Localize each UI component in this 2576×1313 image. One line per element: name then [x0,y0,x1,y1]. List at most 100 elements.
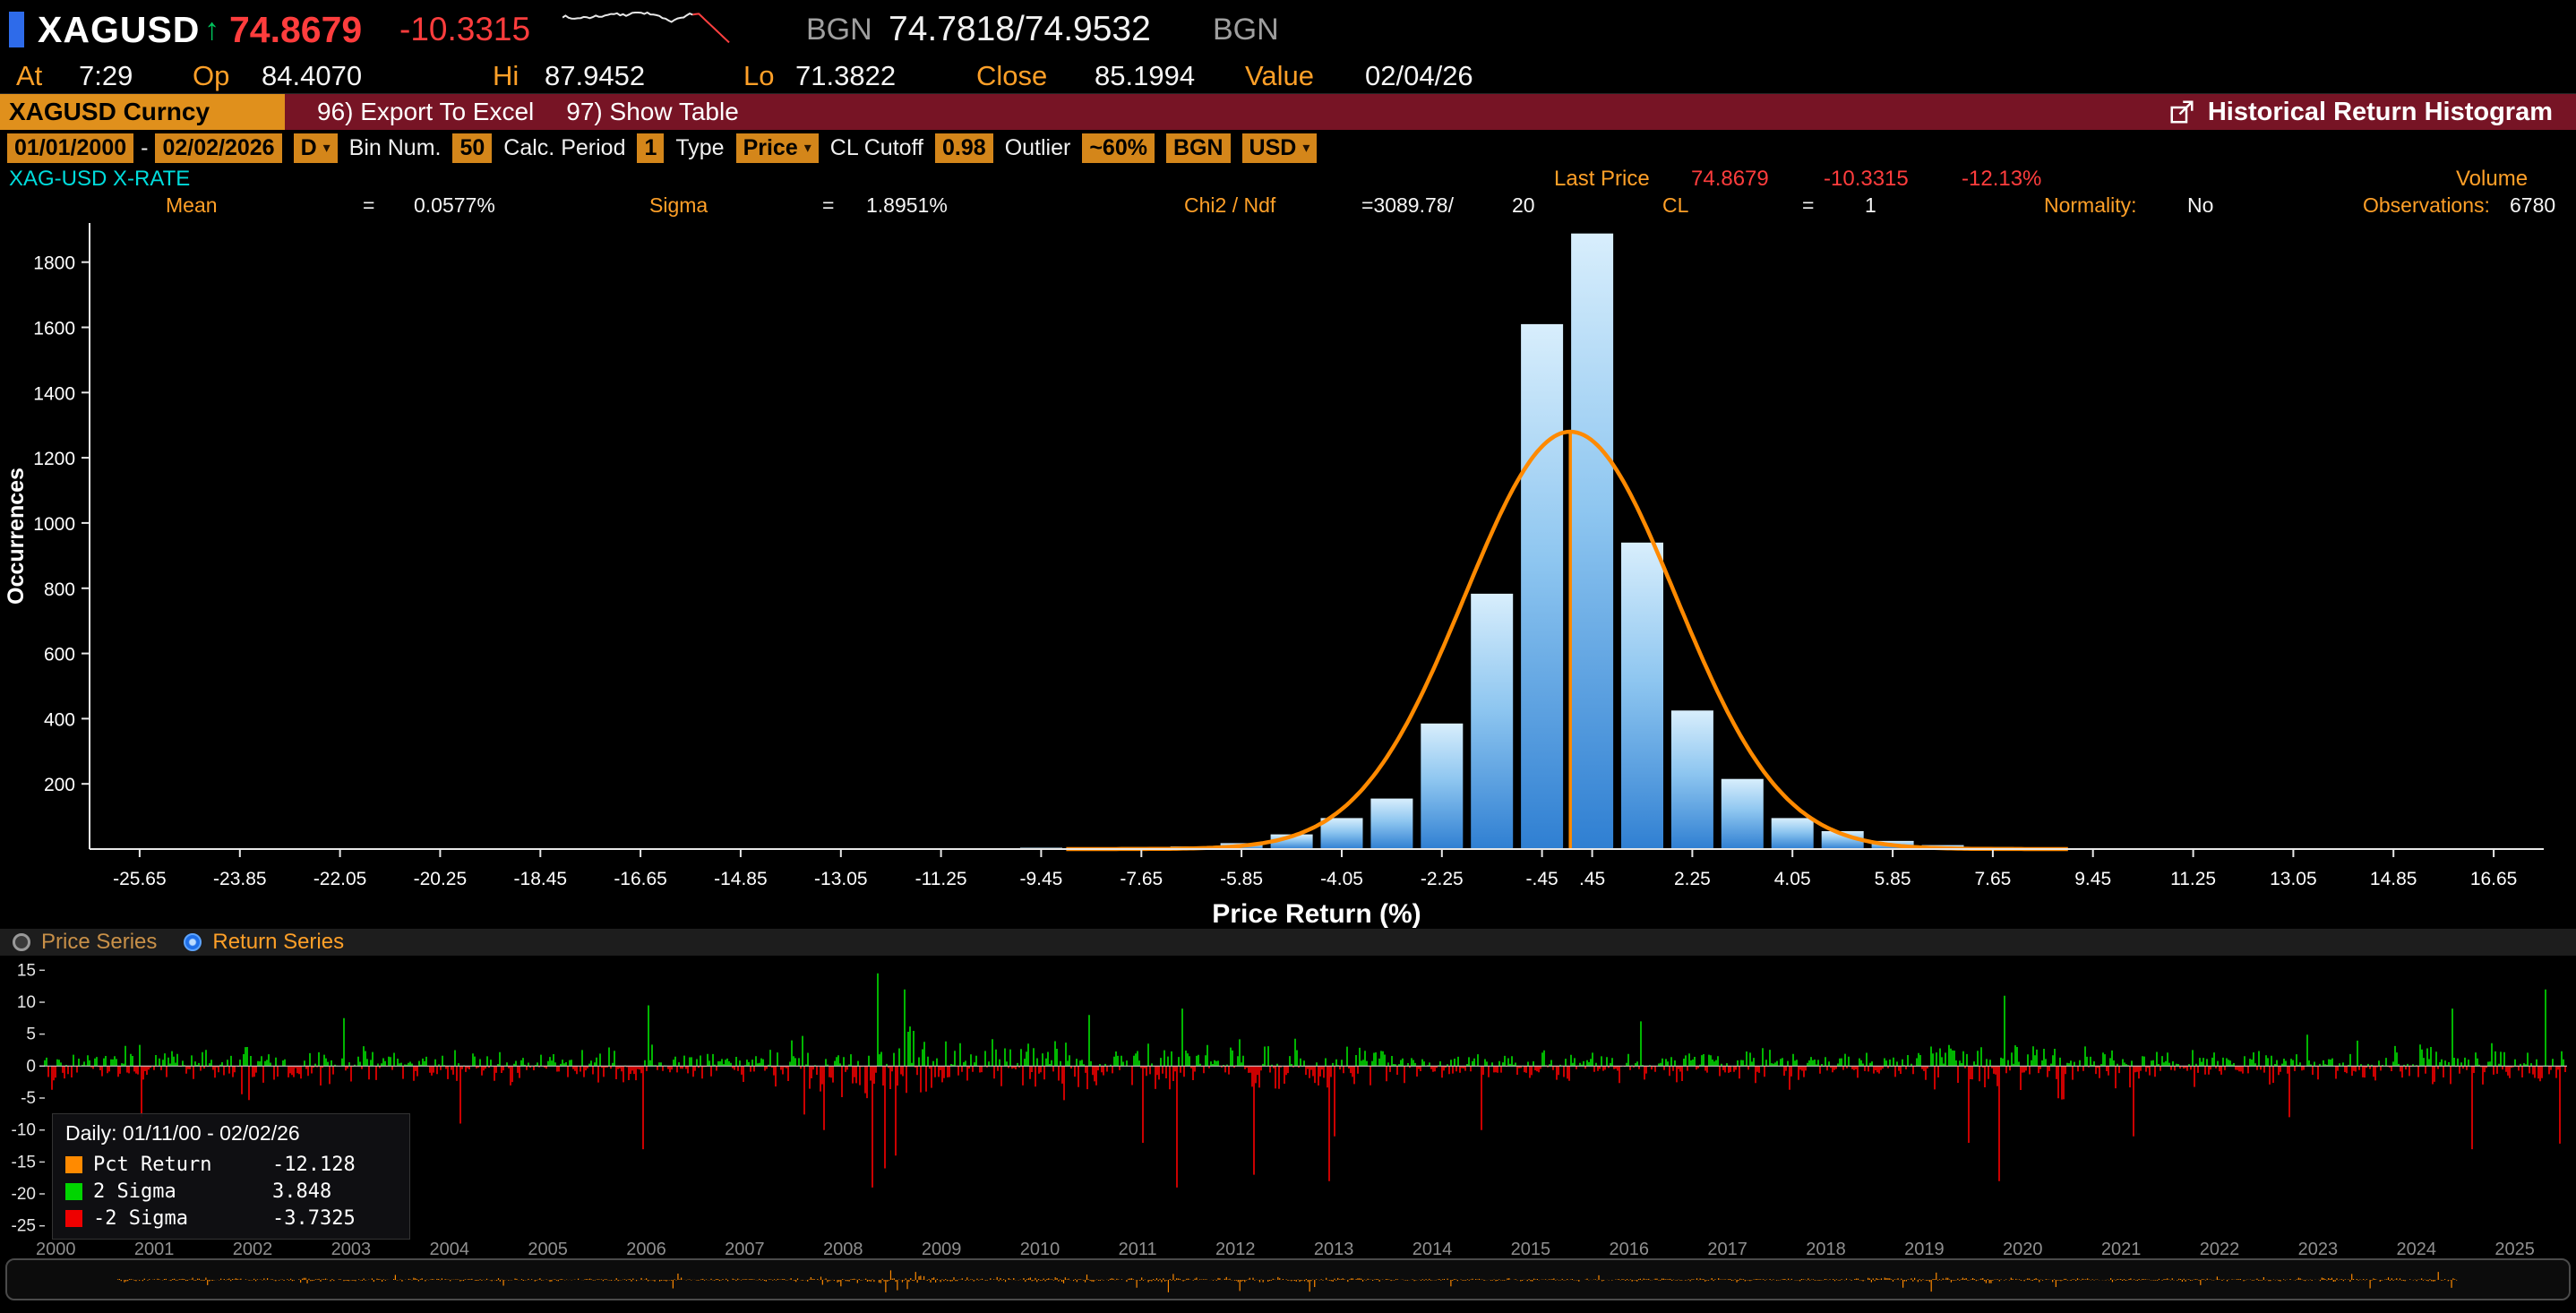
pricing-source-button[interactable]: BGN [1165,133,1231,163]
show-table-button[interactable]: 97) Show Table [566,98,739,126]
svg-text:7.65: 7.65 [1974,869,2011,889]
high-value: 87.9452 [545,60,646,91]
price-series-label[interactable]: Price Series [41,930,157,955]
last-price-value: 74.8679 [1691,167,1769,191]
chevron-down-icon: ▾ [1302,141,1310,156]
timeline-year: 2014 [1412,1240,1453,1259]
value-date: 02/04/26 [1365,60,1473,91]
timeline-year: 2021 [2100,1240,2142,1259]
chart-legend: Daily: 01/11/00 - 02/02/26 Pct Return -1… [52,1113,410,1240]
at-label: At [16,60,43,91]
timeline-year: 2025 [2494,1240,2535,1259]
timeline-year: 2011 [1118,1240,1157,1259]
close-value: 85.1994 [1095,60,1196,91]
at-value: 7:29 [79,60,133,91]
svg-text:600: 600 [44,645,75,665]
chevron-down-icon: ▾ [803,141,811,156]
last-price: 74.8679 [229,8,363,50]
pricing-source-right: BGN [1213,12,1279,47]
price-series-radio[interactable] [13,933,30,951]
ticker-symbol: XAGUSD [38,8,201,50]
return-series-label[interactable]: Return Series [212,930,344,955]
svg-text:-25: -25 [12,1217,36,1236]
calc-period-input[interactable]: 1 [637,133,665,163]
normality-label: Normality: [2044,193,2137,217]
return-series-chart-area: 15 10 5 0 -5 -10 -15 -20 -25 Daily: 01/11/00 - 0… [0,956,2576,1240]
type-dropdown[interactable]: Price ▾ [735,133,819,163]
svg-text:5.85: 5.85 [1875,869,1911,889]
cl-label: CL [1662,193,1689,217]
security-color-tag [9,12,24,47]
neg-two-sigma-swatch [65,1209,82,1227]
svg-text:10: 10 [17,993,36,1012]
navigator-chart[interactable] [7,1260,2569,1299]
outlier-input[interactable]: ~60% [1082,133,1155,163]
date-to-input[interactable]: 02/02/2026 [155,133,282,163]
svg-text:9.45: 9.45 [2074,869,2111,889]
sigma-label: Sigma [649,193,708,217]
cl-cutoff-input[interactable]: 0.98 [935,133,993,163]
svg-text:-14.85: -14.85 [714,869,768,889]
timeline-year: 2012 [1215,1240,1256,1259]
svg-text:5: 5 [26,1026,36,1044]
mean-label: Mean [166,193,218,217]
popout-icon[interactable] [2168,99,2195,125]
timeline-year: 2022 [2199,1240,2240,1259]
legend-item-neg-2sigma: -2 Sigma -3.7325 [65,1205,397,1231]
svg-text:1600: 1600 [33,319,75,339]
date-range-dash: - [141,134,149,160]
svg-text:-10: -10 [12,1121,36,1140]
export-to-excel-button[interactable]: 96) Export To Excel [317,98,534,126]
cl-eq: = [1802,193,1815,217]
pricing-source-left: BGN [806,12,872,47]
timeline-year: 2017 [1707,1240,1747,1259]
screen-title: Historical Return Histogram [2207,97,2553,126]
svg-text:-20.25: -20.25 [414,869,468,889]
outlier-label: Outlier [1004,134,1071,160]
svg-text:-5.85: -5.85 [1220,869,1263,889]
observations-value: 6780 [2510,193,2556,217]
chi2-label: Chi2 / Ndf [1184,193,1276,217]
svg-text:800: 800 [44,579,75,600]
svg-text:-22.05: -22.05 [313,869,367,889]
chevron-down-icon: ▾ [322,141,331,156]
price-change: -10.3315 [399,11,531,47]
currency-dropdown[interactable]: USD ▾ [1241,133,1318,163]
timeline-year: 2020 [2003,1240,2043,1259]
svg-text:-16.65: -16.65 [614,869,667,889]
timeline-year: 2004 [429,1240,470,1259]
svg-text:13.05: 13.05 [2270,869,2317,889]
cl-value: 1 [1865,193,1876,217]
timeline-year: 2001 [133,1240,175,1259]
bottom-bar [0,1300,2576,1313]
timeline-year: 2016 [1609,1240,1650,1259]
pct-return-swatch [65,1155,82,1173]
svg-text:1200: 1200 [33,449,75,469]
return-series-radio[interactable] [184,933,202,951]
svg-text:-7.65: -7.65 [1120,869,1163,889]
timeline-year: 2018 [1806,1240,1846,1259]
svg-text:1000: 1000 [33,514,75,535]
timeline-year: 2023 [2297,1240,2339,1259]
periodicity-dropdown[interactable]: D ▾ [293,133,338,163]
two-sigma-swatch [65,1182,82,1200]
bin-num-input[interactable]: 50 [452,133,493,163]
timeline-year: 2003 [331,1240,372,1259]
intraday-sparkline [562,11,730,44]
svg-text:1400: 1400 [33,383,75,404]
svg-text:-23.85: -23.85 [213,869,267,889]
svg-text:-18.45: -18.45 [514,869,568,889]
date-from-input[interactable]: 01/01/2000 [7,133,134,163]
timeline-axis: 2000 2001 2002 2003 2004 2005 2006 2007 2008 2009… [0,1240,2576,1258]
security-field[interactable]: XAGUSD Curncy [0,94,285,130]
timeline-year: 2006 [626,1240,666,1259]
close-label: Close [976,60,1048,91]
last-change-value: -10.3315 [1824,167,1909,191]
mean-eq: = [363,193,375,217]
type-label: Type [675,134,725,160]
bin-num-label: Bin Num. [348,134,442,160]
svg-text:15: 15 [17,961,36,980]
timeline-year: 2010 [1019,1240,1060,1259]
top-quote-bar: XAGUSD ↑ 74.8679 -10.3315 BGN 74.7818/74… [0,0,2576,59]
timeline-navigator[interactable] [5,1258,2571,1300]
